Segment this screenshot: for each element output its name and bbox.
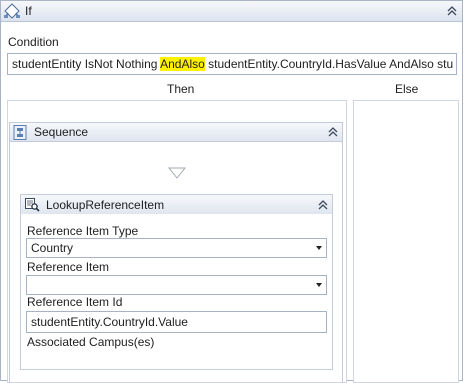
then-label: Then [167, 82, 195, 96]
reference-item-select[interactable] [26, 275, 327, 295]
collapse-icon[interactable] [445, 5, 459, 17]
condition-text-after: studentEntity.CountryId.HasValue AndAlso… [204, 57, 454, 71]
lookup-reference-item-header[interactable]: LookupReferenceItem [20, 194, 333, 215]
associated-campuses-label: Associated Campus(es) [27, 335, 155, 349]
sequence-icon [13, 125, 27, 140]
chevron-down-icon [316, 246, 322, 250]
reference-item-id-input[interactable]: studentEntity.CountryId.Value [26, 311, 327, 333]
if-activity-icon [4, 3, 20, 19]
chevron-down-icon [316, 283, 322, 287]
reference-item-label: Reference Item [27, 260, 110, 274]
condition-label: Condition [8, 35, 59, 49]
condition-expression-input[interactable]: studentEntity IsNot Nothing AndAlso stud… [7, 53, 457, 75]
else-branch-panel[interactable] [353, 100, 459, 383]
condition-text-before: studentEntity IsNot Nothing [12, 57, 161, 71]
lookup-icon [25, 198, 40, 212]
if-activity-designer: If Condition studentEntity IsNot Nothing… [0, 0, 463, 383]
sequence-title: Sequence [34, 125, 89, 139]
reference-item-id-value: studentEntity.CountryId.Value [31, 315, 188, 329]
condition-highlight: AndAlso [160, 57, 205, 71]
sequence-header[interactable]: Sequence [9, 122, 343, 142]
reference-item-type-value: Country [31, 241, 74, 255]
else-label: Else [395, 82, 419, 96]
reference-item-type-select[interactable]: Country [26, 238, 327, 258]
lookup-title: LookupReferenceItem [46, 198, 165, 212]
sequence-collapse-icon[interactable] [326, 126, 340, 138]
reference-item-type-label: Reference Item Type [27, 224, 139, 238]
drop-target-icon[interactable] [168, 167, 186, 179]
lookup-collapse-icon[interactable] [316, 199, 330, 211]
if-title: If [25, 4, 32, 18]
if-header[interactable]: If [1, 1, 462, 22]
reference-item-id-label: Reference Item Id [27, 295, 123, 309]
